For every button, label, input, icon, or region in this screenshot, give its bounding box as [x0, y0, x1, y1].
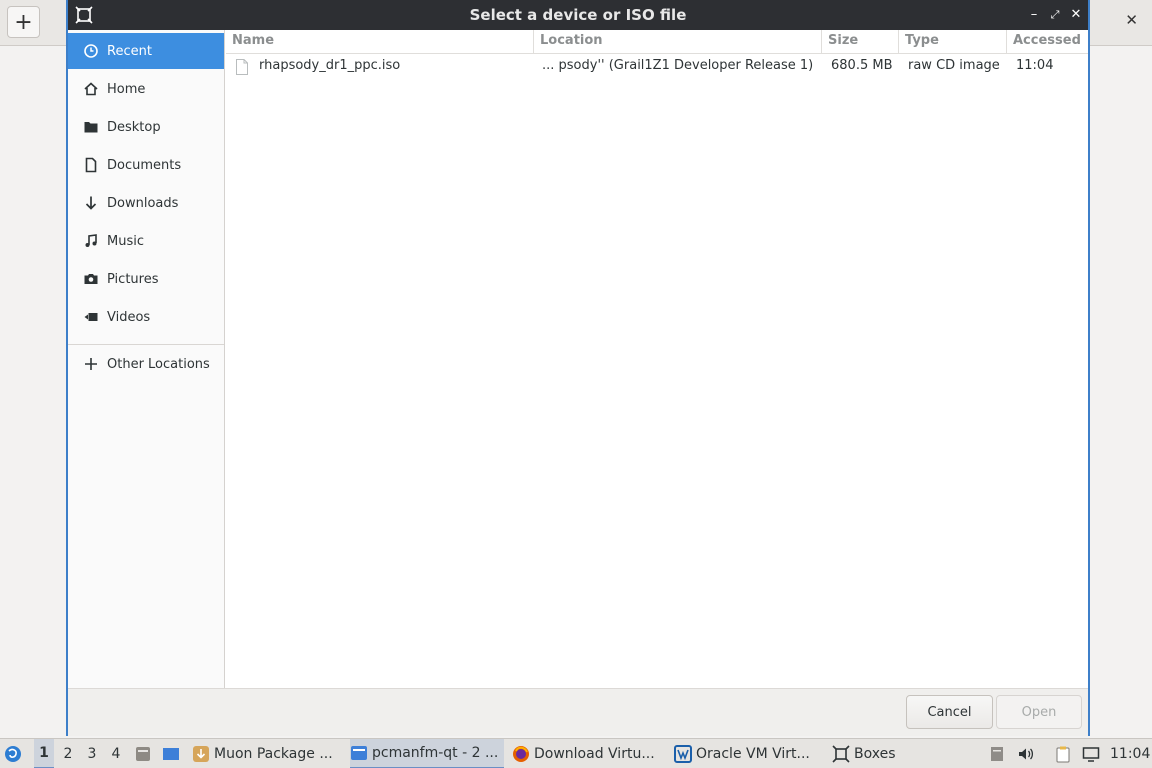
file-manager-icon [351, 746, 367, 760]
task-pcmanfm[interactable]: pcmanfm-qt - 2 ... [350, 739, 504, 768]
file-list: Name Location Size Type Accessed rhapsod… [226, 30, 1088, 688]
workspace-2[interactable]: 2 [58, 739, 78, 768]
cancel-button[interactable]: Cancel [906, 695, 993, 729]
clock-icon [82, 42, 100, 60]
sidebar-item-label: Desktop [107, 119, 161, 135]
sidebar-item-downloads[interactable]: Downloads [68, 185, 224, 221]
file-chooser-dialog: Select a device or ISO file – ⤢ ✕ Recent… [66, 0, 1090, 736]
open-button[interactable]: Open [996, 695, 1082, 729]
boxes-icon [832, 745, 850, 763]
sidebar-item-label: Home [107, 81, 146, 97]
maximize-icon[interactable]: ⤢ [1047, 6, 1063, 24]
sidebar-item-desktop[interactable]: Desktop [68, 109, 224, 145]
plus-icon [82, 355, 100, 373]
sidebar-divider [68, 344, 224, 345]
places-sidebar: Recent Home Desktop Documents Downloads [68, 30, 225, 688]
task-label: Download Virtu... [534, 746, 655, 762]
task-firefox[interactable]: Download Virtu... [512, 739, 666, 768]
task-label: Boxes [854, 746, 896, 762]
column-header-type[interactable]: Type [899, 30, 1007, 54]
notes-icon [991, 747, 1003, 761]
workspace-4[interactable]: 4 [106, 739, 126, 768]
file-type: raw CD image [908, 58, 1000, 73]
monitor-icon [1082, 747, 1100, 762]
minimize-icon[interactable]: – [1026, 6, 1042, 24]
task-virtualbox[interactable]: Oracle VM Virt... [674, 739, 824, 768]
dialog-action-bar: Cancel Open [68, 688, 1088, 736]
file-manager-icon [136, 747, 150, 761]
sidebar-item-label: Pictures [107, 271, 159, 287]
add-button[interactable]: + [7, 6, 40, 38]
sidebar-item-pictures[interactable]: Pictures [68, 261, 224, 297]
start-menu-button[interactable] [4, 739, 28, 768]
package-icon [193, 746, 209, 762]
task-boxes[interactable]: Boxes [832, 739, 916, 768]
close-icon[interactable]: ✕ [1125, 11, 1138, 29]
file-size: 680.5 MB [831, 58, 893, 73]
dialog-titlebar[interactable]: Select a device or ISO file – ⤢ ✕ [68, 0, 1088, 30]
sidebar-item-home[interactable]: Home [68, 71, 224, 107]
column-header-row: Name Location Size Type Accessed [226, 30, 1088, 54]
show-desktop-button[interactable] [162, 739, 184, 768]
column-header-name[interactable]: Name [226, 30, 534, 54]
virtualbox-icon [674, 745, 692, 763]
clipboard-icon [1056, 746, 1070, 763]
sidebar-item-documents[interactable]: Documents [68, 147, 224, 183]
sidebar-item-label: Videos [107, 309, 151, 325]
table-row[interactable]: rhapsody_dr1_ppc.iso ... psody'' (Grail1… [226, 55, 1088, 79]
file-location: ... psody'' (Grail1Z1 Developer Release … [542, 58, 814, 73]
workspace-3[interactable]: 3 [82, 739, 102, 768]
sidebar-item-label: Other Locations [107, 356, 210, 372]
file-manager-launcher[interactable] [134, 739, 154, 768]
desktop-icon [163, 748, 179, 760]
download-arrow-icon [82, 194, 100, 212]
sidebar-item-videos[interactable]: Videos [68, 299, 224, 335]
column-header-size[interactable]: Size [822, 30, 899, 54]
tray-volume[interactable] [1017, 739, 1039, 768]
task-label: pcmanfm-qt - 2 ... [372, 745, 499, 761]
tray-screen[interactable] [1082, 739, 1104, 768]
sidebar-item-recent[interactable]: Recent [68, 33, 224, 69]
document-icon [82, 156, 100, 174]
camera-icon [82, 270, 100, 288]
file-accessed: 11:04 [1016, 58, 1054, 73]
task-label: Muon Package ... [214, 746, 333, 762]
workspace-1[interactable]: 1 [34, 739, 54, 768]
taskbar: 1 2 3 4 Muon Package ... pcmanfm-qt - 2 … [0, 738, 1152, 768]
tray-updates[interactable] [988, 739, 1008, 768]
tray-clipboard[interactable] [1054, 739, 1076, 768]
dialog-title: Select a device or ISO file [469, 6, 687, 24]
task-muon[interactable]: Muon Package ... [192, 739, 342, 768]
sidebar-item-label: Downloads [107, 195, 179, 211]
file-name: rhapsody_dr1_ppc.iso [259, 58, 401, 73]
sidebar-item-label: Recent [107, 43, 152, 59]
sidebar-item-music[interactable]: Music [68, 223, 224, 259]
sidebar-item-label: Music [107, 233, 144, 249]
column-header-accessed[interactable]: Accessed [1007, 30, 1088, 54]
video-camera-icon [82, 308, 100, 326]
sidebar-item-other-locations[interactable]: Other Locations [68, 346, 224, 382]
lxqt-logo-icon [5, 746, 21, 762]
home-icon [82, 80, 100, 98]
firefox-icon [513, 746, 529, 762]
music-note-icon [82, 232, 100, 250]
file-icon [236, 59, 248, 75]
task-label: Oracle VM Virt... [696, 746, 810, 762]
column-header-location[interactable]: Location [534, 30, 822, 54]
volume-icon [1019, 748, 1034, 760]
folder-icon [82, 118, 100, 136]
sidebar-item-label: Documents [107, 157, 182, 173]
close-icon[interactable]: ✕ [1068, 6, 1084, 24]
clock[interactable]: 11:04 [1110, 739, 1150, 768]
